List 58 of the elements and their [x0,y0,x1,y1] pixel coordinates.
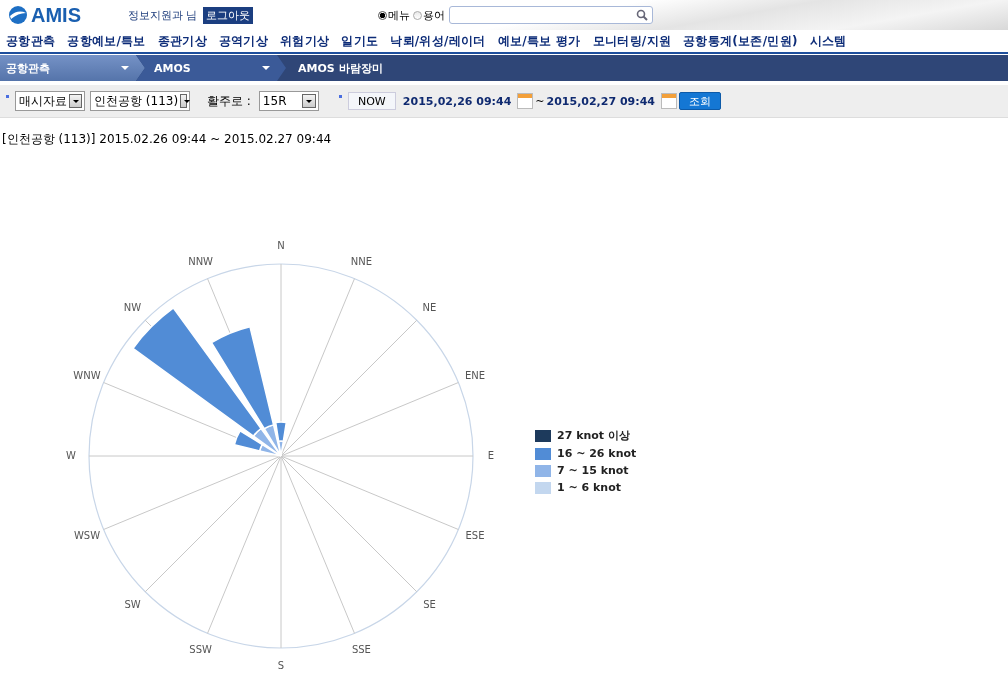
end-date[interactable]: 2015,02,27 09:44 [546,94,655,108]
legend-label: 1 ~ 6 knot [557,481,621,494]
breadcrumb-item[interactable]: 공항관측 [0,55,145,81]
search-field[interactable] [448,6,653,24]
runway-label: 활주로 : [207,92,251,110]
menu-item[interactable]: 공역기상 [218,32,269,50]
user-name: 정보지원과 님 [128,7,198,23]
direction-label: E [487,450,495,461]
direction-label: S [277,660,285,671]
now-button[interactable]: NOW [347,92,396,110]
direction-label: SE [423,598,436,610]
direction-label: NNE [350,256,373,267]
result-title: [인천공항 (113)] 2015.02.26 09:44 ~ 2015.02.27 09:44 [2,131,333,148]
dropdown[interactable]: 인천공항 (113) [90,91,190,111]
menu-item[interactable]: 낙뢰/위성/레이더 [390,32,486,50]
bullet-icon [338,95,342,98]
radio-button[interactable] [412,10,422,20]
menu-item[interactable]: 예보/특보 평가 [497,32,581,50]
legend-label: 27 knot 이상 [557,428,630,443]
direction-label: NNW [188,256,214,267]
direction-label: NE [422,301,437,313]
calendar-icon[interactable] [660,93,677,109]
direction-label: ENE [464,369,486,381]
menu-item[interactable]: 종관기상 [157,32,207,50]
direction-label: WNW [73,369,101,381]
bullet-icon [6,95,9,98]
globe-icon [8,5,28,25]
direction-label: SSW [189,644,212,655]
logout-button[interactable]: 로그아웃 [202,6,253,24]
search-button[interactable]: 조회 [678,92,721,110]
radio-label[interactable]: 메뉴 [387,7,410,23]
dropdown[interactable]: 매시자료 [15,91,85,111]
range-separator: ~ [535,94,545,108]
direction-label: N [277,240,285,251]
menu-item[interactable]: 위험기상 [280,32,330,50]
legend-label: 16 ~ 26 knot [557,447,637,460]
direction-label: WSW [73,530,101,542]
menu-item[interactable]: 공항예보/특보 [67,32,146,50]
direction-label: SSE [351,644,371,655]
menu-item[interactable]: 일기도 [341,32,379,50]
search-icon [635,9,648,21]
start-date[interactable]: 2015,02,26 09:44 [402,94,512,108]
breadcrumb-item[interactable]: AMOS 바람장미 [286,55,383,81]
menu-item[interactable]: 모니터링/지원 [592,32,672,50]
menu-item[interactable]: 공항관측 [6,32,56,50]
radio-button[interactable] [377,10,387,20]
radio-label[interactable]: 용어 [422,7,445,23]
direction-label: W [66,450,76,461]
direction-label: ESE [465,530,485,542]
logo[interactable]: AMIS [8,3,120,27]
calendar-icon[interactable] [517,93,534,109]
menu-item[interactable]: 시스템 [809,32,847,50]
breadcrumb-item[interactable]: AMOS [136,55,286,81]
direction-label: SW [124,598,141,610]
dropdown[interactable]: 15R [258,91,319,111]
legend-label: 7 ~ 15 knot [557,464,629,477]
menu-item[interactable]: 공항통계(보존/민원) [683,32,798,50]
direction-label: NW [123,301,142,313]
